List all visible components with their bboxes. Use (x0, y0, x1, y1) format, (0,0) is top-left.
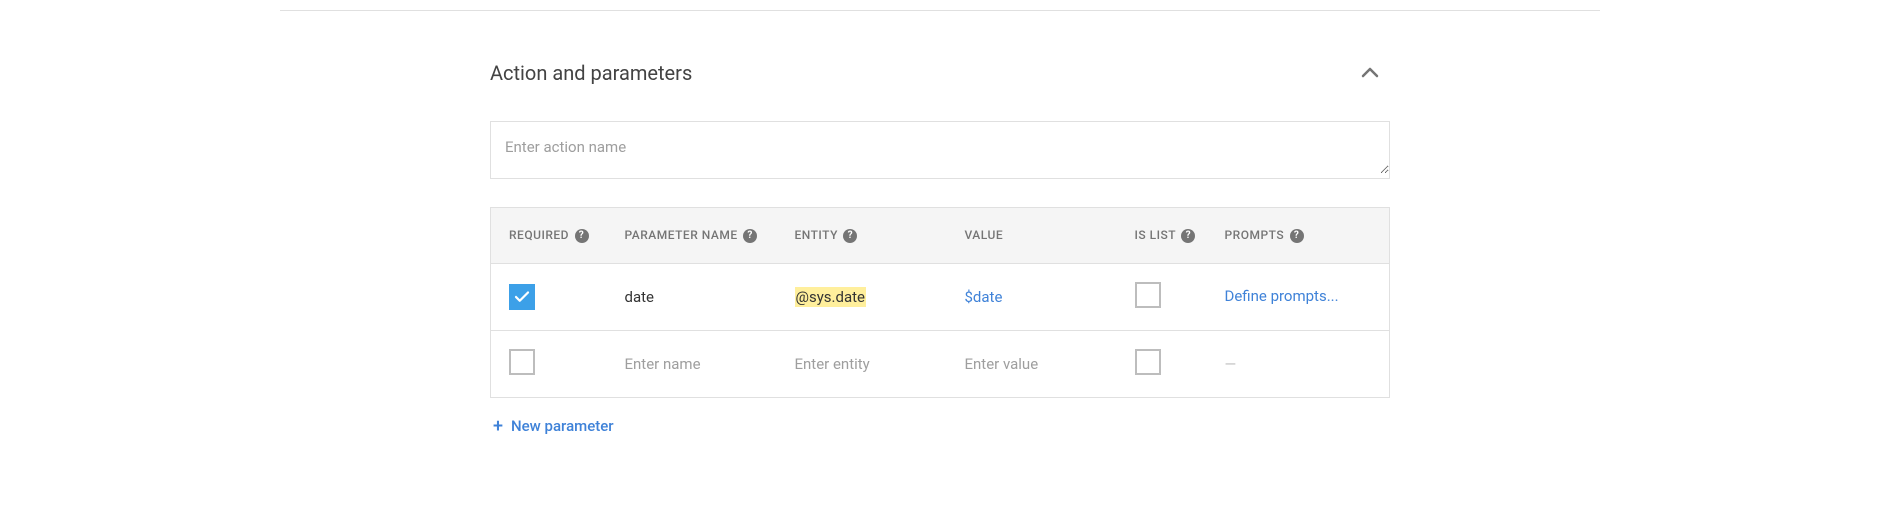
collapse-toggle[interactable] (1358, 61, 1390, 85)
parameters-table: REQUIRED ? PARAMETER NAME ? ENTITY ? VAL… (490, 207, 1390, 398)
header-value: VALUE (951, 208, 1121, 264)
chevron-up-icon (1358, 61, 1382, 85)
action-name-container (490, 121, 1390, 179)
help-icon[interactable]: ? (1290, 229, 1304, 243)
param-value-input[interactable] (965, 355, 1107, 373)
param-name-value[interactable]: date (625, 288, 654, 306)
header-value-label: VALUE (965, 228, 1004, 242)
add-parameter-label: New parameter (511, 417, 614, 435)
header-entity-label: ENTITY (795, 228, 838, 242)
help-icon[interactable]: ? (575, 229, 589, 243)
param-name-input[interactable] (625, 355, 767, 373)
check-icon (513, 288, 531, 306)
section-header: Action and parameters (490, 61, 1390, 85)
action-name-input[interactable] (491, 122, 1389, 174)
header-parameter-name-label: PARAMETER NAME (625, 228, 738, 242)
help-icon[interactable]: ? (843, 229, 857, 243)
section-title: Action and parameters (490, 61, 692, 85)
header-required-label: REQUIRED (509, 228, 569, 242)
prompts-empty-dash: — (1225, 355, 1237, 373)
header-parameter-name: PARAMETER NAME ? (611, 208, 781, 264)
is-list-checkbox[interactable] (1135, 282, 1161, 308)
header-is-list-label: IS LIST (1135, 228, 1176, 242)
help-icon[interactable]: ? (1181, 229, 1195, 243)
table-row-new[interactable]: — (491, 330, 1390, 397)
add-parameter-button[interactable]: + New parameter (490, 398, 1390, 455)
header-entity: ENTITY ? (781, 208, 951, 264)
header-is-list: IS LIST ? (1121, 208, 1211, 264)
header-prompts: PROMPTS ? (1211, 208, 1390, 264)
is-list-checkbox[interactable] (1135, 349, 1161, 375)
table-header-row: REQUIRED ? PARAMETER NAME ? ENTITY ? VAL… (491, 208, 1390, 264)
param-value-text[interactable]: $date (965, 288, 1003, 306)
param-entity-input[interactable] (795, 355, 937, 373)
help-icon[interactable]: ? (743, 229, 757, 243)
plus-icon: + (493, 416, 503, 437)
required-checkbox[interactable] (509, 349, 535, 375)
param-entity-value[interactable]: @sys.date (795, 287, 867, 307)
top-divider (280, 10, 1600, 11)
define-prompts-link[interactable]: Define prompts... (1225, 287, 1339, 307)
required-checkbox[interactable] (509, 284, 535, 310)
header-prompts-label: PROMPTS (1225, 228, 1285, 242)
header-required: REQUIRED ? (491, 208, 611, 264)
table-row[interactable]: date @sys.date $date Define prompts (491, 263, 1390, 330)
